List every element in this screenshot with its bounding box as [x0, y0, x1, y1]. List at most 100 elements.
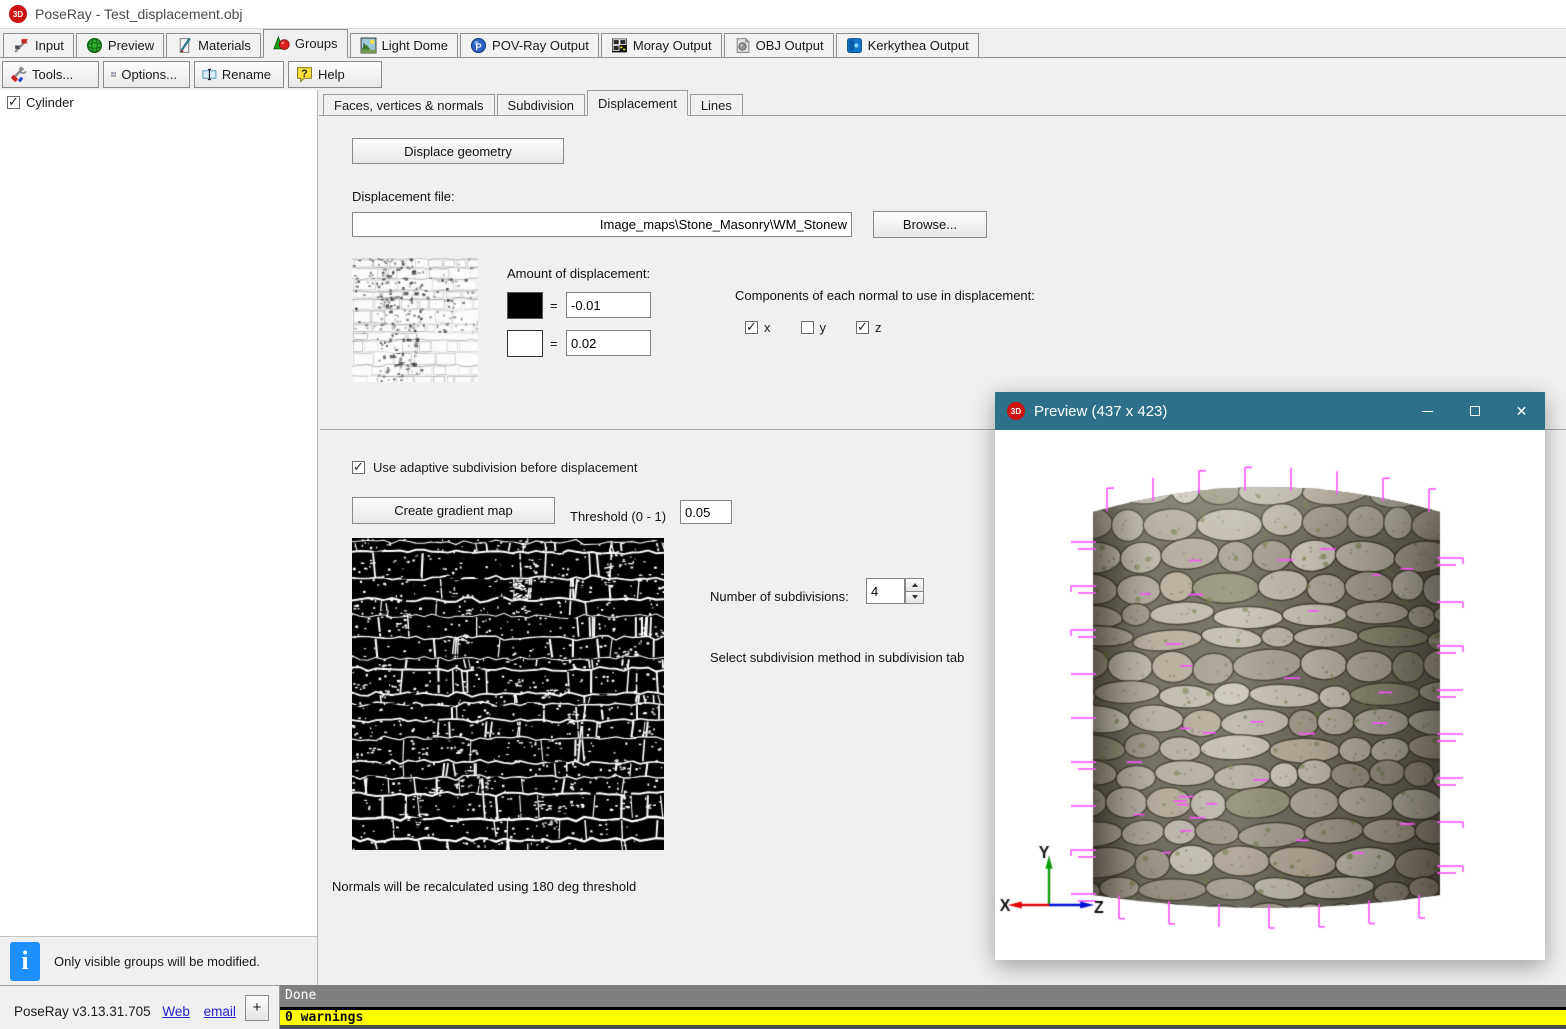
tab-povray-output[interactable]: P POV-Ray Output — [460, 33, 599, 57]
tab-label: Moray Output — [633, 38, 712, 53]
poseray-app-icon: 3D — [1007, 402, 1025, 420]
tools-button[interactable]: Tools... — [2, 61, 99, 88]
components-label: Components of each normal to use in disp… — [735, 288, 1035, 303]
preview-window-title: Preview (437 x 423) — [1034, 403, 1167, 420]
minimize-button[interactable] — [1404, 392, 1451, 430]
white-displacement-input[interactable] — [566, 330, 651, 356]
displacement-file-label: Displacement file: — [352, 189, 455, 204]
component-x-label: x — [764, 320, 771, 335]
help-button[interactable]: ? Help — [288, 61, 382, 88]
tab-obj-output[interactable]: OBJ Output — [724, 33, 834, 57]
tools-icon — [10, 66, 27, 83]
maximize-button[interactable] — [1451, 392, 1498, 430]
svg-text:P: P — [475, 42, 482, 53]
rename-button-label: Rename — [222, 67, 271, 82]
close-button[interactable]: ✕ — [1498, 392, 1545, 430]
component-z-checkbox[interactable] — [856, 321, 869, 334]
title-bar: 3D PoseRay - Test_displacement.obj — [0, 0, 1566, 29]
tab-displacement[interactable]: Displacement — [587, 90, 688, 116]
console-footer — [280, 1025, 1566, 1029]
adaptive-subdivision-checkbox[interactable] — [352, 461, 365, 474]
component-z-label: z — [875, 320, 882, 335]
subdivision-method-hint: Select subdivision method in subdivision… — [710, 650, 964, 665]
equals-sign: = — [550, 298, 558, 313]
group-sub-tab-bar: Faces, vertices & normals Subdivision Di… — [319, 90, 1566, 116]
down-arrow-icon — [912, 595, 918, 599]
info-icon: i — [10, 942, 40, 981]
black-displacement-input[interactable] — [566, 292, 651, 318]
stepper-up-button[interactable] — [905, 578, 924, 592]
input-icon — [13, 37, 30, 54]
tab-light-dome[interactable]: Light Dome — [350, 33, 458, 57]
version-box: PoseRay v3.13.31.705 Web email + — [0, 985, 280, 1029]
email-link[interactable]: email — [204, 1004, 236, 1019]
displace-geometry-button[interactable]: Displace geometry — [352, 138, 564, 164]
rename-button[interactable]: Rename — [194, 61, 284, 88]
equals-sign: = — [550, 336, 558, 351]
main-tab-bar: Input Preview Materials Groups Light Dom… — [0, 29, 1566, 58]
povray-icon: P — [470, 37, 487, 54]
cylinder-visibility-checkbox[interactable] — [7, 96, 20, 109]
preview-window: 3D Preview (437 x 423) ✕ — [995, 392, 1545, 960]
minimize-icon — [1422, 411, 1433, 412]
stepper-down-button[interactable] — [905, 591, 924, 605]
version-row: PoseRay v3.13.31.705 Web email — [14, 1004, 236, 1019]
preview-viewport-area — [995, 430, 1545, 960]
displacement-map-thumbnail — [352, 258, 478, 382]
white-level-swatch — [507, 330, 543, 357]
subtab-label: Lines — [701, 98, 732, 113]
subdivisions-stepper — [905, 578, 924, 604]
tab-label: Materials — [198, 38, 251, 53]
kerkythea-icon — [846, 37, 863, 54]
component-x-checkbox[interactable] — [745, 321, 758, 334]
group-item-cylinder[interactable]: Cylinder — [0, 90, 317, 110]
group-item-label: Cylinder — [26, 95, 74, 110]
console-status-line: Done — [280, 985, 1566, 1007]
web-link[interactable]: Web — [162, 1004, 190, 1019]
adaptive-subdivision-label: Use adaptive subdivision before displace… — [373, 460, 638, 475]
window-controls: ✕ — [1404, 392, 1545, 430]
browse-button[interactable]: Browse... — [873, 211, 987, 238]
tab-preview[interactable]: Preview — [76, 33, 164, 57]
expand-log-button[interactable]: + — [245, 995, 269, 1021]
info-box: i Only visible groups will be modified. — [0, 936, 318, 985]
maximize-icon — [1470, 406, 1480, 416]
materials-icon — [176, 37, 193, 54]
tab-faces-vertices-normals[interactable]: Faces, vertices & normals — [323, 94, 495, 115]
tab-label: POV-Ray Output — [492, 38, 589, 53]
light-dome-icon — [360, 37, 377, 54]
component-y-checkbox[interactable] — [801, 321, 814, 334]
displacement-file-input[interactable] — [352, 212, 852, 237]
options-button[interactable]: Options... — [103, 61, 190, 88]
tab-label: Input — [35, 38, 64, 53]
tab-materials[interactable]: Materials — [166, 33, 261, 57]
help-button-label: Help — [318, 67, 345, 82]
groups-list-panel: Cylinder — [0, 90, 318, 936]
tab-moray-output[interactable]: Moray Output — [601, 33, 722, 57]
up-arrow-icon — [912, 583, 918, 587]
tab-input[interactable]: Input — [3, 33, 74, 57]
options-button-label: Options... — [121, 67, 177, 82]
tab-subdivision[interactable]: Subdivision — [497, 94, 586, 115]
preview-title-bar[interactable]: 3D Preview (437 x 423) ✕ — [995, 392, 1545, 430]
rename-icon — [202, 66, 217, 83]
moray-icon — [611, 37, 628, 54]
preview-3d-viewport[interactable] — [995, 430, 1545, 960]
subdivisions-input[interactable] — [866, 578, 905, 604]
toolbar: Tools... Options... Rename ? Help — [0, 59, 1566, 90]
threshold-input[interactable] — [680, 500, 732, 524]
tab-label: Light Dome — [382, 38, 448, 53]
options-icon — [111, 66, 116, 83]
tab-label: Preview — [108, 38, 154, 53]
poseray-app-icon: 3D — [9, 5, 27, 23]
tab-groups[interactable]: Groups — [263, 29, 348, 58]
obj-output-icon — [734, 37, 751, 54]
groups-icon — [273, 35, 290, 52]
poseray-window: 3D PoseRay - Test_displacement.obj Input… — [0, 0, 1566, 1029]
component-y-label: y — [820, 320, 827, 335]
tab-lines[interactable]: Lines — [690, 94, 743, 115]
tab-kerkythea-output[interactable]: Kerkythea Output — [836, 33, 979, 57]
preview-icon — [86, 37, 103, 54]
component-checkbox-row: x y z — [745, 320, 882, 335]
create-gradient-map-button[interactable]: Create gradient map — [352, 497, 555, 524]
